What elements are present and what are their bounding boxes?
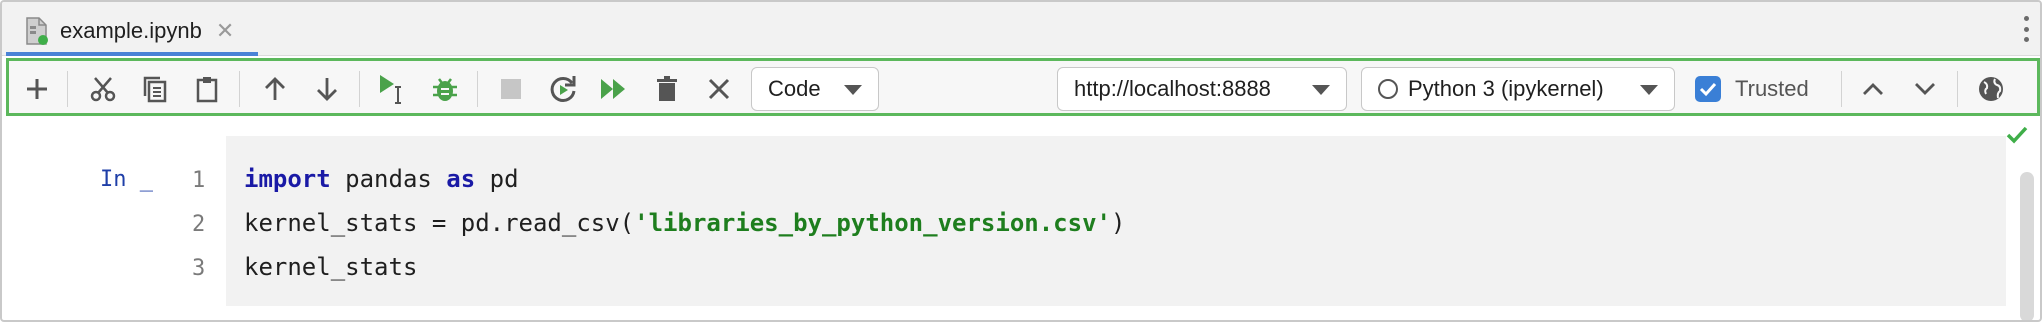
move-down-button[interactable] bbox=[307, 71, 347, 107]
code-line: kernel_stats = pd.read_csv('libraries_by… bbox=[244, 209, 1125, 237]
copy-button[interactable] bbox=[135, 71, 175, 107]
code-line: kernel_stats bbox=[244, 253, 417, 281]
cut-button[interactable] bbox=[83, 71, 123, 107]
code-line: import pandas as pd bbox=[244, 165, 519, 193]
plus-icon bbox=[27, 79, 47, 99]
check-icon bbox=[2006, 126, 2028, 149]
arrow-up-icon bbox=[265, 77, 285, 100]
kernel-value: Python 3 (ipykernel) bbox=[1408, 76, 1604, 101]
code-keyword: as bbox=[446, 165, 476, 193]
previous-cell-button[interactable] bbox=[1853, 71, 1893, 107]
trusted-checkbox[interactable] bbox=[1695, 76, 1721, 102]
clear-button[interactable] bbox=[699, 71, 739, 107]
delete-button[interactable] bbox=[647, 71, 687, 107]
toolbar-separator bbox=[67, 71, 68, 107]
chevron-down-icon bbox=[1312, 85, 1330, 95]
move-up-button[interactable] bbox=[255, 71, 295, 107]
tab-bar: example.ipynb ✕ bbox=[2, 2, 2040, 56]
bug-icon bbox=[433, 78, 457, 101]
chevron-up-icon bbox=[1863, 83, 1883, 95]
notebook-toolbar: Code http://localhost:8888 Python 3 (ipy… bbox=[6, 58, 2040, 116]
vertical-scrollbar[interactable] bbox=[2020, 172, 2034, 320]
code-string: 'libraries_by_python_version.csv' bbox=[634, 209, 1111, 237]
add-cell-button[interactable] bbox=[17, 71, 57, 107]
toolbar-separator bbox=[477, 71, 478, 107]
code-keyword: import bbox=[244, 165, 331, 193]
close-icon bbox=[708, 78, 730, 100]
chevron-down-icon bbox=[1640, 85, 1658, 95]
debug-button[interactable] bbox=[425, 71, 465, 107]
cell-type-select[interactable]: Code bbox=[751, 67, 879, 111]
copy-icon bbox=[143, 76, 167, 103]
code-token: kernel_stats bbox=[244, 253, 418, 281]
checkmark-icon bbox=[1699, 82, 1717, 97]
restart-button[interactable] bbox=[543, 71, 583, 107]
notebook-editor: example.ipynb ✕ Code http://localhost:88… bbox=[0, 0, 2042, 322]
trash-icon bbox=[657, 76, 677, 101]
tab-close-icon[interactable]: ✕ bbox=[216, 20, 234, 42]
next-cell-button[interactable] bbox=[1905, 71, 1945, 107]
clipboard-icon bbox=[196, 77, 218, 103]
restart-icon bbox=[550, 76, 576, 102]
code-token: pandas bbox=[330, 165, 447, 193]
chevron-down-icon bbox=[844, 85, 862, 95]
cell-type-value: Code bbox=[768, 76, 821, 101]
trusted-toggle[interactable]: Trusted bbox=[1695, 69, 1809, 109]
cell-prompt: In _ bbox=[100, 167, 153, 192]
trusted-label: Trusted bbox=[1735, 76, 1809, 101]
toolbar-separator bbox=[359, 71, 360, 107]
kernel-select[interactable]: Python 3 (ipykernel) bbox=[1361, 67, 1675, 111]
scissors-icon bbox=[90, 77, 116, 102]
code-token: kernel_stats = pd.read_csv( bbox=[244, 209, 635, 237]
open-in-browser-button[interactable] bbox=[1971, 71, 2011, 107]
toolbar-separator bbox=[239, 71, 240, 107]
fast-forward-icon bbox=[601, 79, 625, 99]
active-tab-indicator bbox=[6, 52, 258, 56]
tab-example-ipynb[interactable]: example.ipynb ✕ bbox=[6, 6, 258, 56]
run-cell-button[interactable] bbox=[373, 71, 413, 107]
run-all-button[interactable] bbox=[595, 71, 635, 107]
server-url-select[interactable]: http://localhost:8888 bbox=[1057, 67, 1347, 111]
toolbar-separator bbox=[1957, 71, 1958, 107]
notebook-file-icon bbox=[24, 16, 50, 46]
chevron-down-icon bbox=[1915, 83, 1935, 95]
arrow-down-icon bbox=[317, 78, 337, 101]
stop-icon bbox=[501, 79, 521, 99]
stop-button[interactable] bbox=[491, 71, 531, 107]
code-token: pd bbox=[475, 165, 519, 193]
tab-title: example.ipynb bbox=[60, 18, 202, 43]
code-token: ) bbox=[1110, 209, 1126, 237]
kernel-status-icon bbox=[1378, 79, 1398, 99]
line-number: 1 bbox=[192, 168, 206, 193]
more-options-icon[interactable] bbox=[2022, 16, 2030, 42]
run-cursor-icon bbox=[380, 75, 401, 104]
toolbar-separator bbox=[1841, 71, 1842, 107]
globe-icon bbox=[1979, 77, 2003, 101]
line-number: 2 bbox=[192, 212, 206, 237]
paste-button[interactable] bbox=[187, 71, 227, 107]
server-url-value: http://localhost:8888 bbox=[1074, 76, 1271, 101]
line-number: 3 bbox=[192, 256, 206, 281]
